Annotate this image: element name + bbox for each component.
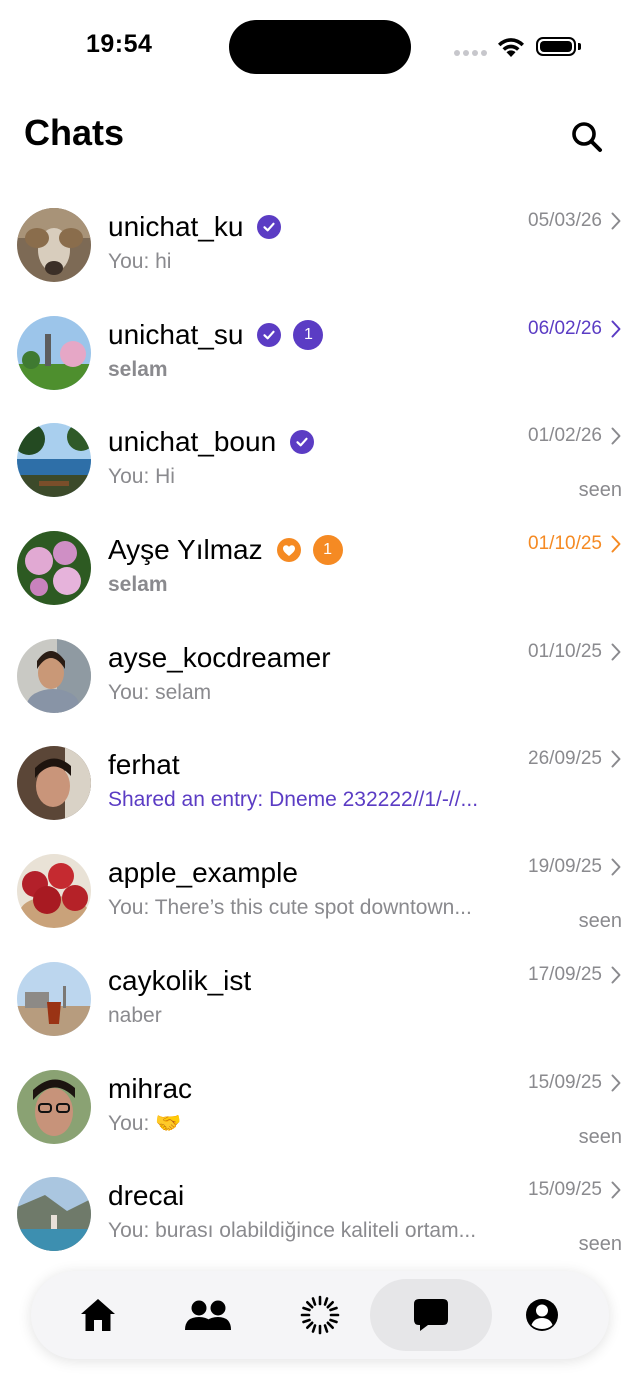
- page-title: Chats: [24, 112, 125, 153]
- avatar: [17, 1177, 91, 1252]
- chat-date: 06/02/26: [528, 317, 602, 339]
- seen-status: seen: [578, 1125, 622, 1148]
- chat-date: 01/10/25: [528, 533, 602, 555]
- chevron-right-icon: [611, 320, 621, 338]
- verified-badge-icon: [257, 215, 282, 239]
- chat-row[interactable]: ferhat Shared an entry: Dneme 232222//1/…: [0, 728, 640, 836]
- cellular-signal-icon: [454, 50, 488, 58]
- chat-name: drecai: [108, 1180, 185, 1212]
- avatar: [17, 208, 91, 282]
- unread-count-badge: 1: [312, 535, 343, 566]
- chevron-right-icon: [611, 535, 621, 553]
- chat-row[interactable]: Ayşe Yılmaz 1 selam 01/10/25: [0, 513, 640, 621]
- message-preview: Shared an entry: Dneme 232222//1/-//...: [108, 788, 479, 812]
- seen-status: seen: [578, 479, 622, 502]
- verified-badge-icon: [257, 322, 282, 347]
- chat-row[interactable]: caykolik_ist naber 17/09/25: [0, 944, 640, 1052]
- avatar: [17, 531, 91, 606]
- avatar: [17, 746, 91, 821]
- chat-date: 15/09/25: [528, 1179, 602, 1201]
- chat-name: mihrac: [108, 1072, 193, 1104]
- tab-bar: [31, 1271, 609, 1359]
- status-bar: 19:54: [0, 0, 640, 95]
- verified-badge-icon: [290, 430, 315, 455]
- avatar: [17, 854, 91, 929]
- home-icon: [81, 1299, 115, 1331]
- tab-profile[interactable]: [506, 1279, 578, 1351]
- battery-cap: [578, 43, 581, 50]
- chevron-right-icon: [611, 1181, 621, 1199]
- chat-name: caykolik_ist: [108, 964, 252, 996]
- people-icon: [185, 1300, 231, 1330]
- profile-icon: [526, 1299, 558, 1331]
- loading-icon: [300, 1295, 340, 1335]
- search-icon: [572, 122, 602, 152]
- seen-status: seen: [578, 1233, 622, 1256]
- message-preview: You: hi: [108, 250, 172, 273]
- status-time: 19:54: [86, 30, 153, 58]
- message-preview: selam: [108, 573, 168, 597]
- message-preview: naber: [108, 1003, 162, 1027]
- chevron-right-icon: [611, 966, 621, 984]
- dynamic-island: [229, 20, 411, 74]
- tab-chats[interactable]: [370, 1279, 492, 1351]
- chat-row[interactable]: drecai You: burası olabildiğince kalitel…: [0, 1159, 640, 1267]
- chat-row[interactable]: unichat_boun You: Hi 01/02/26 seen: [0, 405, 640, 513]
- chat-name: Ayşe Yılmaz: [108, 534, 263, 566]
- chevron-right-icon: [611, 212, 621, 230]
- chat-date: 17/09/25: [528, 963, 602, 985]
- chevron-right-icon: [611, 858, 621, 876]
- chevron-right-icon: [611, 643, 621, 661]
- chevron-right-icon: [611, 750, 621, 768]
- chat-name: apple_example: [108, 857, 298, 889]
- message-preview: You: Hi: [108, 465, 175, 489]
- avatar: [17, 423, 91, 498]
- chat-list: unichat_ku You: hi 05/03/26 unichat_su 1…: [0, 190, 640, 1267]
- chat-date: 01/02/26: [528, 425, 602, 447]
- tab-home[interactable]: [62, 1279, 134, 1351]
- unread-count-badge: 1: [293, 319, 324, 350]
- chat-date: 26/09/25: [528, 748, 602, 770]
- avatar: [17, 1069, 91, 1144]
- chat-date: 19/09/25: [528, 856, 602, 878]
- chat-row[interactable]: apple_example You: There’s this cute spo…: [0, 836, 640, 944]
- chat-row[interactable]: mihrac You: 🤝 15/09/25 seen: [0, 1052, 640, 1160]
- heart-badge-icon: [276, 538, 301, 563]
- chat-name: ayse_kocdreamer: [108, 641, 331, 673]
- wifi-icon: [498, 38, 524, 57]
- chat-row[interactable]: unichat_ku You: hi 05/03/26: [0, 190, 640, 298]
- chevron-right-icon: [611, 1074, 621, 1091]
- seen-status: seen: [578, 910, 622, 933]
- avatar: [17, 315, 91, 390]
- battery-icon: [536, 37, 576, 56]
- chat-date: 01/10/25: [528, 640, 602, 662]
- tab-friends[interactable]: [172, 1279, 244, 1351]
- message-preview: selam: [108, 357, 168, 381]
- chat-name: unichat_boun: [108, 426, 277, 458]
- avatar: [17, 638, 91, 713]
- chat-name: unichat_su: [108, 318, 244, 350]
- message-preview: You: burası olabildiğince kaliteli ortam…: [108, 1219, 477, 1243]
- chat-row[interactable]: unichat_su 1 selam 06/02/26: [0, 298, 640, 406]
- chat-date: 05/03/26: [528, 210, 602, 231]
- chat-date: 15/09/25: [528, 1071, 602, 1093]
- chat-name: unichat_ku: [108, 211, 244, 242]
- avatar: [17, 961, 91, 1036]
- message-preview: You: 🤝: [108, 1111, 182, 1135]
- message-preview: You: There’s this cute spot downtown...: [108, 896, 472, 920]
- chat-bubble-icon: [414, 1299, 448, 1331]
- search-button[interactable]: [570, 120, 604, 154]
- chevron-right-icon: [611, 427, 621, 445]
- tab-feed[interactable]: [284, 1279, 356, 1351]
- chat-row[interactable]: ayse_kocdreamer You: selam 01/10/25: [0, 621, 640, 729]
- chat-name: ferhat: [108, 749, 180, 781]
- message-preview: You: selam: [108, 680, 212, 704]
